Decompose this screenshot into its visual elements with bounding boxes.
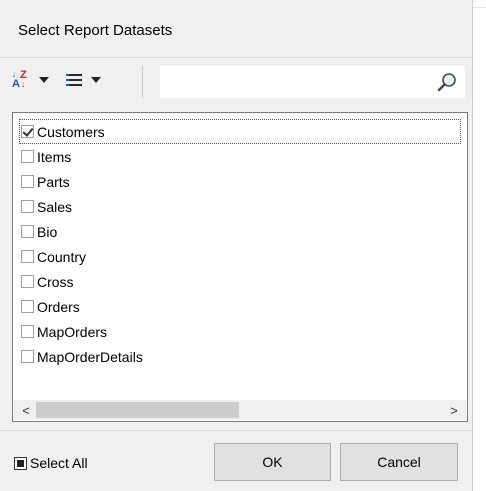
dataset-checkbox[interactable] [21, 275, 34, 288]
dataset-checkbox[interactable] [21, 175, 34, 188]
scrollbar-thumb[interactable] [36, 402, 239, 418]
scroll-right-icon[interactable]: > [444, 400, 464, 420]
dataset-label: Customers [37, 123, 105, 140]
dataset-label: Parts [37, 173, 70, 190]
dataset-list: Customers Items Parts Sales Bio Country Cross O… [12, 112, 468, 422]
dataset-item[interactable]: MapOrders [19, 319, 461, 344]
indeterminate-checkbox-icon[interactable] [14, 456, 27, 470]
dataset-item[interactable]: Cross [19, 269, 461, 294]
list-view-icon [66, 73, 82, 87]
footer-divider [0, 430, 472, 431]
dataset-checkbox[interactable] [21, 150, 34, 163]
cancel-button[interactable]: Cancel [340, 443, 458, 481]
search-field[interactable] [160, 66, 465, 98]
dataset-checkbox[interactable] [21, 125, 34, 138]
ok-button[interactable]: OK [214, 443, 331, 481]
view-dropdown-button[interactable] [66, 68, 106, 92]
dataset-items: Customers Items Parts Sales Bio Country Cross O… [19, 119, 461, 369]
dataset-checkbox[interactable] [21, 300, 34, 313]
sort-dropdown-button[interactable]: ↓ Z A ↓ [12, 68, 52, 92]
select-datasets-dialog: Select Report Datasets ↓ Z A ↓ Customers Ite… [0, 0, 473, 491]
dialog-title: Select Report Datasets [18, 22, 173, 39]
dataset-item[interactable]: Customers [19, 119, 461, 144]
dataset-label: Items [37, 148, 72, 165]
dataset-item[interactable]: MapOrderDetails [19, 344, 461, 369]
dataset-item[interactable]: Bio [19, 219, 461, 244]
search-input[interactable] [166, 68, 430, 98]
dataset-label: Sales [37, 198, 73, 215]
horizontal-scrollbar[interactable]: < > [14, 400, 466, 420]
dataset-label: MapOrders [37, 323, 108, 340]
dataset-checkbox[interactable] [21, 250, 34, 263]
dataset-checkbox[interactable] [21, 350, 34, 363]
toolbar-divider [142, 66, 143, 98]
chevron-down-icon [91, 77, 101, 83]
dataset-checkbox[interactable] [21, 200, 34, 213]
select-all-label: Select All [30, 455, 88, 471]
dataset-checkbox[interactable] [21, 225, 34, 238]
sort-az-icon: ↓ Z A ↓ [12, 69, 27, 90]
dataset-label: Orders [37, 298, 80, 315]
dataset-label: MapOrderDetails [37, 348, 143, 365]
dataset-item[interactable]: Sales [19, 194, 461, 219]
dataset-checkbox[interactable] [21, 325, 34, 338]
chevron-down-icon [39, 77, 49, 83]
magnifier-icon[interactable] [437, 72, 457, 92]
dataset-label: Bio [37, 223, 58, 240]
dataset-label: Cross [37, 273, 74, 290]
dataset-item[interactable]: Parts [19, 169, 461, 194]
dataset-item[interactable]: Country [19, 244, 461, 269]
background-strip [473, 0, 486, 491]
dataset-label: Country [37, 248, 87, 265]
select-all-checkbox[interactable]: Select All [14, 455, 88, 471]
scroll-left-icon[interactable]: < [16, 400, 36, 420]
dataset-item[interactable]: Orders [19, 294, 461, 319]
dataset-item[interactable]: Items [19, 144, 461, 169]
